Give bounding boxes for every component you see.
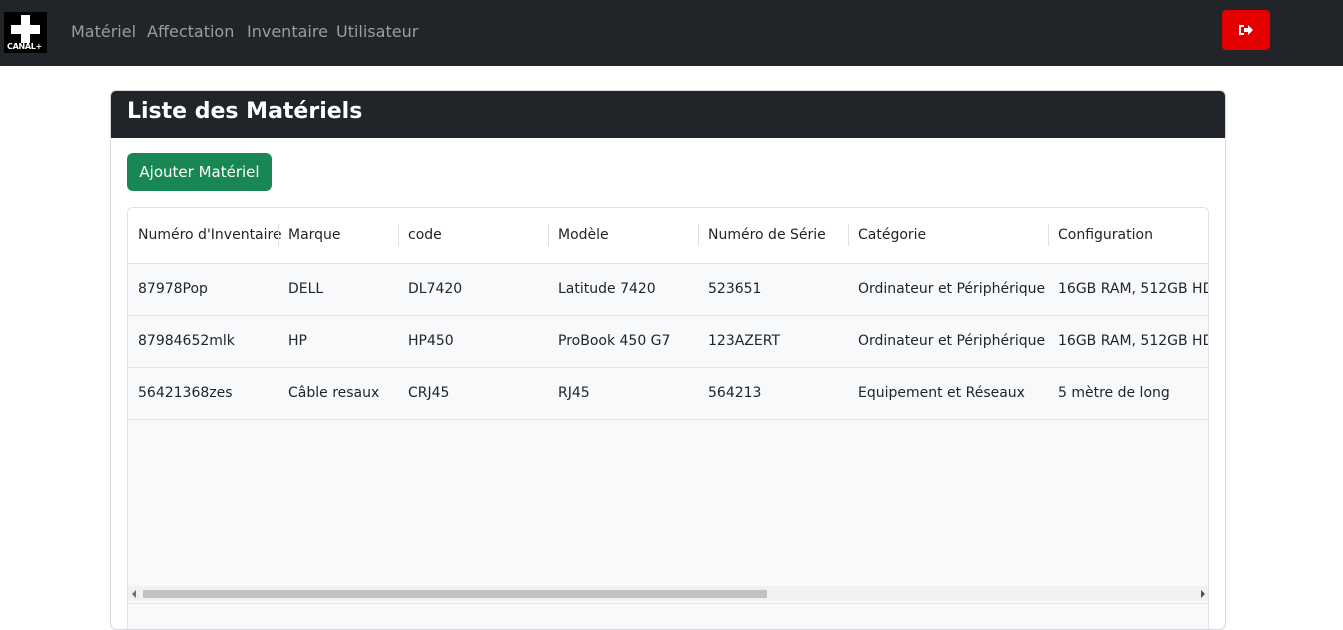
cell-marque: HP [288,333,307,349]
column-header-code[interactable]: code [408,227,442,243]
add-materiel-button[interactable]: Ajouter Matériel [127,153,272,191]
column-separator[interactable] [698,224,699,246]
grid-footer-divider [128,603,1208,604]
column-separator[interactable] [848,224,849,246]
cell-configuration: 16GB RAM, 512GB HDD [1058,333,1209,349]
nav-link-materiel[interactable]: Matériel [71,22,136,41]
materiels-data-grid: Numéro d'Inventaire Marque code Modèle N… [127,207,1209,629]
table-row[interactable]: 87978Pop DELL DL7420 Latitude 7420 52365… [128,264,1209,316]
column-separator[interactable] [278,224,279,246]
table-row[interactable]: 87984652mlk HP HP450 ProBook 450 G7 123A… [128,316,1209,368]
column-header-numero-inventaire[interactable]: Numéro d'Inventaire [138,227,282,243]
materiels-card: Liste des Matériels Ajouter Matériel Num… [110,90,1226,630]
column-separator[interactable] [398,224,399,246]
top-navbar: CANAL+ Matériel Affectation Inventaire U… [0,0,1343,66]
cell-code: DL7420 [408,281,463,297]
horizontal-scrollbar[interactable] [128,586,1208,601]
scroll-left-arrow-icon[interactable] [132,590,136,598]
sign-out-icon [1239,25,1253,35]
logout-button[interactable] [1222,10,1270,50]
cell-categorie: Ordinateur et Périphérique [858,333,1046,349]
table-row[interactable]: 56421368zes Câble resaux CRJ45 RJ45 5642… [128,368,1208,420]
cell-numero-serie: 523651 [708,281,762,297]
cell-code: CRJ45 [408,385,450,401]
nav-link-affectation[interactable]: Affectation [147,22,234,41]
column-header-configuration[interactable]: Configuration [1058,227,1153,243]
cell-marque: DELL [288,281,324,297]
cell-modele: ProBook 450 G7 [558,333,671,349]
page-title: Liste des Matériels [127,99,363,124]
column-header-numero-serie[interactable]: Numéro de Série [708,227,826,243]
cell-configuration: 5 mètre de long [1058,385,1170,401]
cell-numero-inventaire: 56421368zes [138,385,233,401]
cell-categorie: Ordinateur et Périphérique [858,281,1046,297]
column-header-modele[interactable]: Modèle [558,227,609,243]
cell-modele: Latitude 7420 [558,281,656,297]
cell-marque: Câble resaux [288,385,380,401]
column-separator[interactable] [1048,224,1049,246]
column-header-marque[interactable]: Marque [288,227,341,243]
cell-numero-serie: 564213 [708,385,762,401]
cell-code: HP450 [408,333,454,349]
table-header-row: Numéro d'Inventaire Marque code Modèle N… [128,208,1208,264]
logo-cross-horizontal [11,25,40,34]
scroll-right-arrow-icon[interactable] [1201,590,1205,598]
canal-plus-logo[interactable]: CANAL+ [4,12,47,53]
cell-configuration: 16GB RAM, 512GB HDD [1058,281,1209,297]
column-separator[interactable] [548,224,549,246]
scrollbar-thumb[interactable] [143,590,767,598]
card-header: Liste des Matériels [111,91,1225,138]
cell-numero-serie: 123AZERT [708,333,780,349]
nav-link-inventaire[interactable]: Inventaire [247,22,328,41]
cell-numero-inventaire: 87978Pop [138,281,208,297]
nav-link-utilisateur[interactable]: Utilisateur [336,22,418,41]
cell-numero-inventaire: 87984652mlk [138,333,235,349]
logo-text: CANAL+ [7,42,42,51]
column-header-categorie[interactable]: Catégorie [858,227,926,243]
cell-modele: RJ45 [558,385,590,401]
cell-categorie: Equipement et Réseaux [858,385,1025,401]
